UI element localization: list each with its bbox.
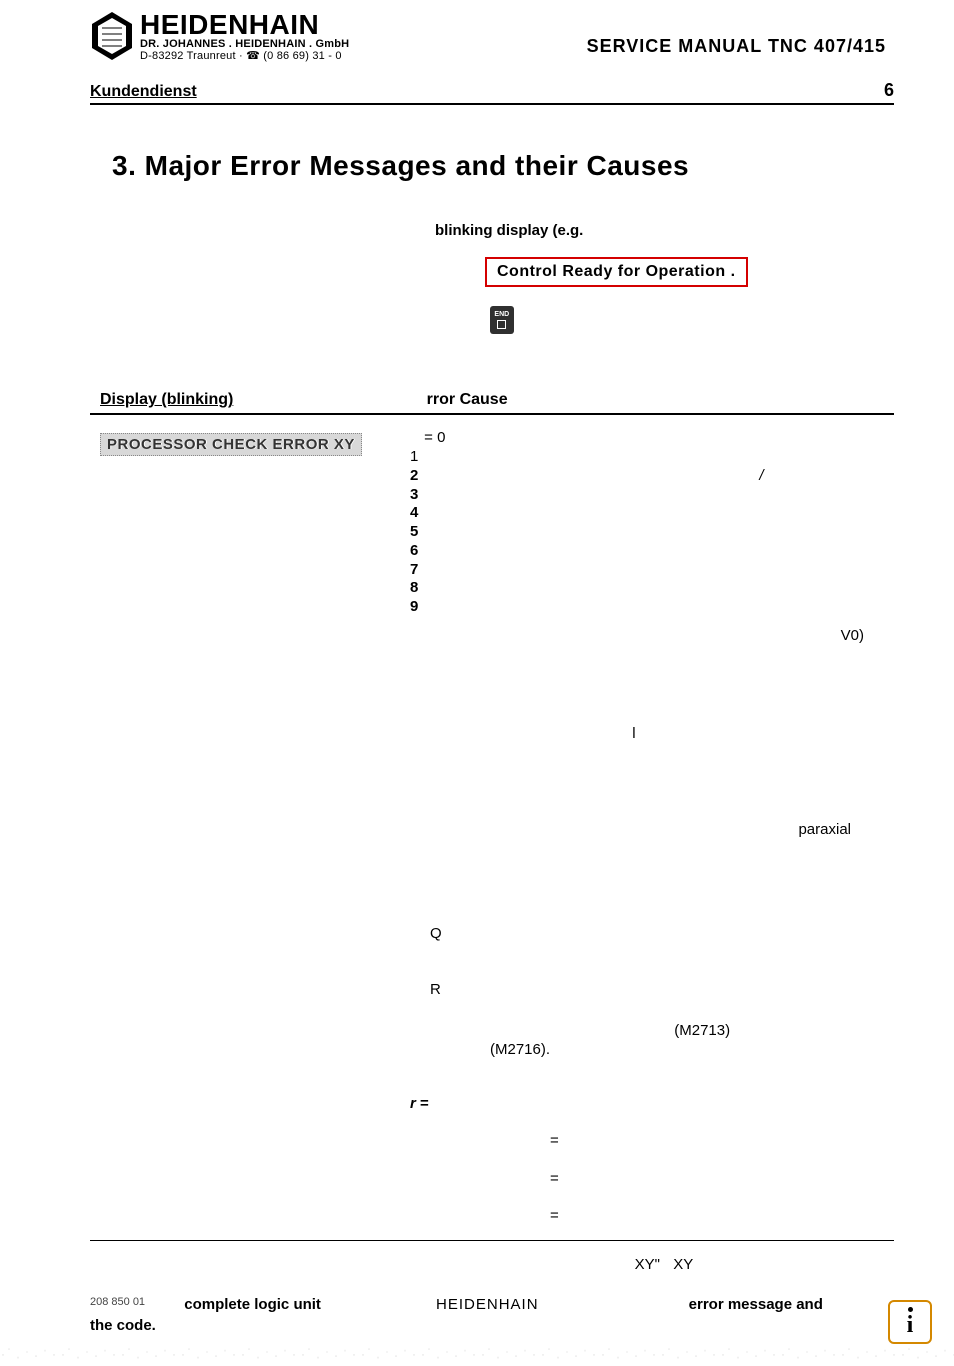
col-display: PROCESSOR CHECK ERROR XY: [90, 429, 410, 1226]
x-row: X = 0 CRC sum of the EPROMs is wrong: [410, 429, 894, 448]
end-key-label: END: [494, 311, 509, 318]
x-value: CRC sum of the EPROMs is wrong: [466, 429, 699, 448]
kundendienst-row: Kundendienst 6: [90, 80, 894, 105]
x-row: 9 (no function): [410, 598, 894, 617]
x-row: 8 CPU 68000: undefined interrupt triggere…: [410, 579, 894, 598]
para-q-r: NC error message during arithmetic opera…: [410, 868, 894, 1018]
x-value: (no function): [466, 561, 549, 580]
intro-line-1: Major Errors are displayed in the blinki…: [90, 222, 894, 239]
y-row: 4 PLC program faulty (IC-P2)l: [410, 725, 894, 744]
x-key: 1: [410, 448, 450, 467]
end-line-2a: switching off the main switch).: [185, 339, 384, 356]
x-value: CPU 68000: address / bus error: [466, 467, 828, 486]
x-value: CPU 68000: privilege violation: [466, 542, 667, 561]
x-row: 4 CPU 68000: division by zero: [410, 504, 894, 523]
footer-paragraph: If the error message "Processor check er…: [90, 1255, 894, 1336]
b-complete-logic-unit: complete logic unit: [184, 1296, 321, 1313]
end-row-2: switching off the main switch). key (ins…: [90, 339, 894, 356]
bottom-rule: [90, 1240, 894, 1241]
x-row: 3 CPU 68000: illegal command: [410, 486, 894, 505]
x-key: 6: [410, 542, 450, 561]
col-error-cause: X = 0 CRC sum of the EPROMs is wrong 1 CPU …: [410, 429, 894, 1226]
x-key: X = 0: [410, 429, 450, 448]
header: HEIDENHAIN DR. JOHANNES . HEIDENHAIN . G…: [90, 0, 894, 62]
brand-name: HEIDENHAIN: [140, 10, 349, 39]
x-row: 7 (no function): [410, 561, 894, 580]
y-row: 2 Main program or export restriction fau…: [410, 687, 894, 706]
end-line-1: The error message can be cancelled by pr…: [185, 303, 490, 337]
para-r-eq: r = = 0 coordinates for circle centre 84…: [410, 1076, 894, 1226]
x-key: 4: [410, 504, 450, 523]
x-key: 3: [410, 486, 450, 505]
page-noise: [0, 1338, 954, 1366]
x-value: CPU 68000 has failed self-test (TRAP and…: [466, 448, 879, 467]
th-display: Display (blinking): [90, 391, 420, 409]
logo-block: HEIDENHAIN DR. JOHANNES . HEIDENHAIN . G…: [90, 10, 349, 62]
heidenhain-inline: HEIDENHAIN: [436, 1296, 539, 1313]
table-header-row: Display (blinking) Error Cause: [90, 391, 894, 415]
processor-check-box: PROCESSOR CHECK ERROR XY: [100, 433, 362, 456]
y-row: 6 (no function): [410, 762, 894, 781]
x-value: CPU 68000: CHK-TRAPV commands: [466, 523, 716, 542]
control-ready-box: Control Ready for Operation .: [485, 257, 748, 287]
end-row: The error message can be cancelled by pr…: [90, 303, 894, 337]
end-line-2b: key (instead of: [736, 339, 894, 356]
section-title: 3. Major Error Messages and their Causes: [112, 150, 894, 182]
y-row: Y = 0 Main program faulty (IC-P5, only i…: [410, 650, 894, 669]
para-paraxial: Filed main program would lead to a parax…: [410, 821, 894, 859]
x-value: CPU 68000: undefined interrupt triggered: [466, 579, 740, 598]
b-the-code: the code.: [90, 1317, 156, 1334]
blinking-display-label: blinking display (e.g.: [435, 222, 583, 239]
x-value: CPU 68000: illegal command: [466, 486, 660, 505]
y-row: 3 NC texts faulty (IC-P6): [410, 706, 894, 725]
x-key: 2: [410, 467, 450, 486]
address-line: D-83292 Traunreut · ☎ (0 86 69) 31 - 0: [140, 51, 349, 63]
document-number: 208 850 01: [90, 1296, 145, 1308]
y-row: 1 Main program faulty (IC-P4): [410, 668, 894, 687]
kundendienst-label: Kundendienst: [90, 83, 197, 101]
y-code-list: Y = 0 Main program faulty (IC-P5, only i…: [410, 650, 894, 781]
y-row: 5 Dialog texts faulty (IC-P7 or IC-P8): [410, 743, 894, 762]
x-key: 8: [410, 579, 450, 598]
logo-icon: [90, 10, 134, 62]
x-value: CPU 68000: division by zero: [466, 504, 655, 523]
x-code-list: X = 0 CRC sum of the EPROMs is wrong 1 CPU …: [410, 429, 894, 617]
page-number: 6: [884, 80, 894, 101]
x-value: (no function): [466, 598, 549, 617]
intro-l1-after: inverse in the display head line.: [591, 222, 800, 239]
table-body: PROCESSOR CHECK ERROR XY X = 0 CRC sum of…: [90, 429, 894, 1226]
b-error-message-and: error message and: [689, 1296, 823, 1313]
manual-title: SERVICE MANUAL TNC 407/415: [587, 16, 894, 57]
y-header: Y is only displayed if X indicated an EP…: [410, 627, 894, 646]
x-row: 1 CPU 68000 has failed self-test (TRAP an…: [410, 448, 894, 467]
x-row: 6 CPU 68000: privilege violation: [410, 542, 894, 561]
x-key: 5: [410, 523, 450, 542]
x-row: 5 CPU 68000: CHK-TRAPV commands: [410, 523, 894, 542]
x-key: 7: [410, 561, 450, 580]
para-m2713: Calling axis: tool axis (M2713) plane ax…: [410, 1022, 894, 1060]
intro-l1-left: Major Errors are displayed in the: [90, 222, 435, 239]
th-error-cause: Error Cause: [420, 391, 508, 409]
x-key: 9: [410, 598, 450, 617]
x-row: 2 CPU 68000: address / bus error: [410, 467, 894, 486]
y-v0: V0): [841, 627, 894, 646]
control-ready-row: Control Ready for Operation .: [90, 257, 894, 287]
end-key-icon[interactable]: END: [490, 306, 514, 334]
